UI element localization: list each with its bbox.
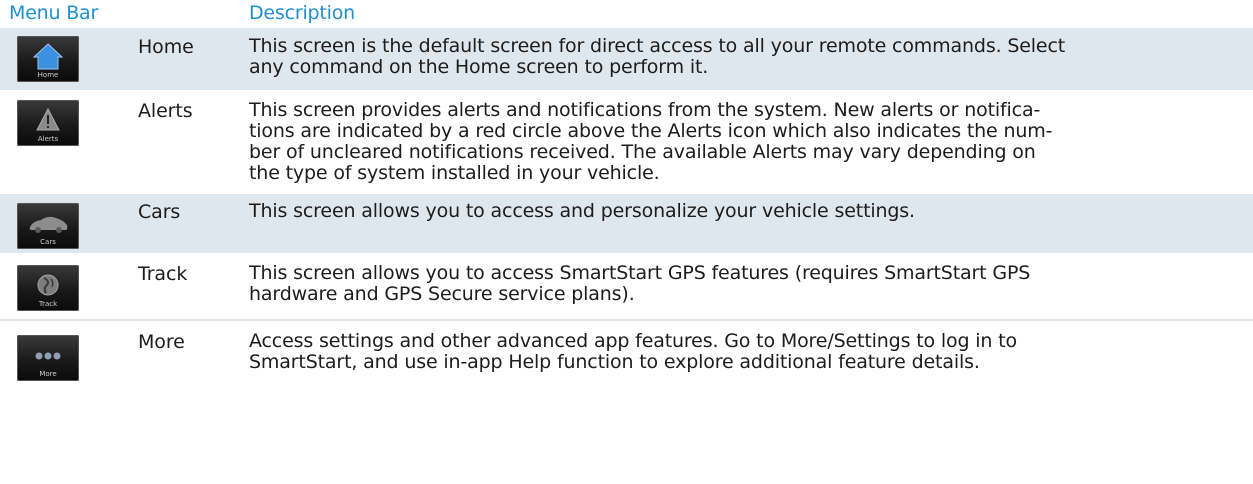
column-header-description: Description bbox=[249, 2, 356, 24]
icon-caption: More bbox=[39, 370, 57, 378]
column-header-menu-bar: Menu Bar bbox=[9, 2, 99, 24]
icon-caption: Home bbox=[37, 71, 59, 79]
description: This screen provides alerts and notifica… bbox=[249, 100, 1244, 184]
description-line: Access settings and other advanced app f… bbox=[249, 330, 1017, 352]
more-tile: More bbox=[17, 335, 79, 381]
table-row: Cars Cars This screen allows you to acce… bbox=[0, 196, 1253, 253]
alerts-tile: Alerts bbox=[17, 100, 79, 146]
icon-caption: Track bbox=[38, 300, 58, 308]
description-line: This screen provides alerts and notifica… bbox=[249, 99, 1041, 121]
table-row: More More Access settings and other adva… bbox=[0, 321, 1253, 397]
track-tile: Track bbox=[17, 265, 79, 311]
home-tile: Home bbox=[17, 36, 79, 82]
description-line: hardware and GPS Secure service plans). bbox=[249, 283, 635, 305]
description: This screen allows you to access and per… bbox=[249, 201, 1244, 222]
table-row: Alerts Alerts This screen provides alert… bbox=[0, 90, 1253, 196]
description-line: tions are indicated by a red circle abov… bbox=[249, 120, 1053, 142]
menu-name: Cars bbox=[138, 201, 181, 223]
description: Access settings and other advanced app f… bbox=[249, 331, 1244, 373]
description-line: SmartStart, and use in-app Help function… bbox=[249, 351, 980, 373]
table-row: Track Track This screen allows you to ac… bbox=[0, 253, 1253, 321]
description-line: the type of system installed in your veh… bbox=[249, 162, 660, 184]
description-line: any command on the Home screen to perfor… bbox=[249, 56, 709, 78]
description: This screen is the default screen for di… bbox=[249, 36, 1244, 78]
description-line: This screen allows you to access SmartSt… bbox=[249, 262, 1031, 284]
description: This screen allows you to access SmartSt… bbox=[249, 263, 1244, 305]
icon-caption: Cars bbox=[40, 238, 56, 246]
description-line: This screen is the default screen for di… bbox=[249, 35, 1066, 57]
table-row: Home Home This screen is the default scr… bbox=[0, 28, 1253, 90]
menu-name: Alerts bbox=[138, 100, 193, 122]
description-line: This screen allows you to access and per… bbox=[249, 200, 915, 222]
icon-caption: Alerts bbox=[37, 135, 59, 143]
menu-name: Track bbox=[138, 263, 188, 285]
description-line: ber of uncleared notifications received.… bbox=[249, 141, 1036, 163]
menu-name: More bbox=[138, 331, 185, 353]
cars-tile: Cars bbox=[17, 203, 79, 249]
menu-name: Home bbox=[138, 36, 194, 58]
table-header: Menu Bar Description bbox=[0, 0, 1253, 28]
